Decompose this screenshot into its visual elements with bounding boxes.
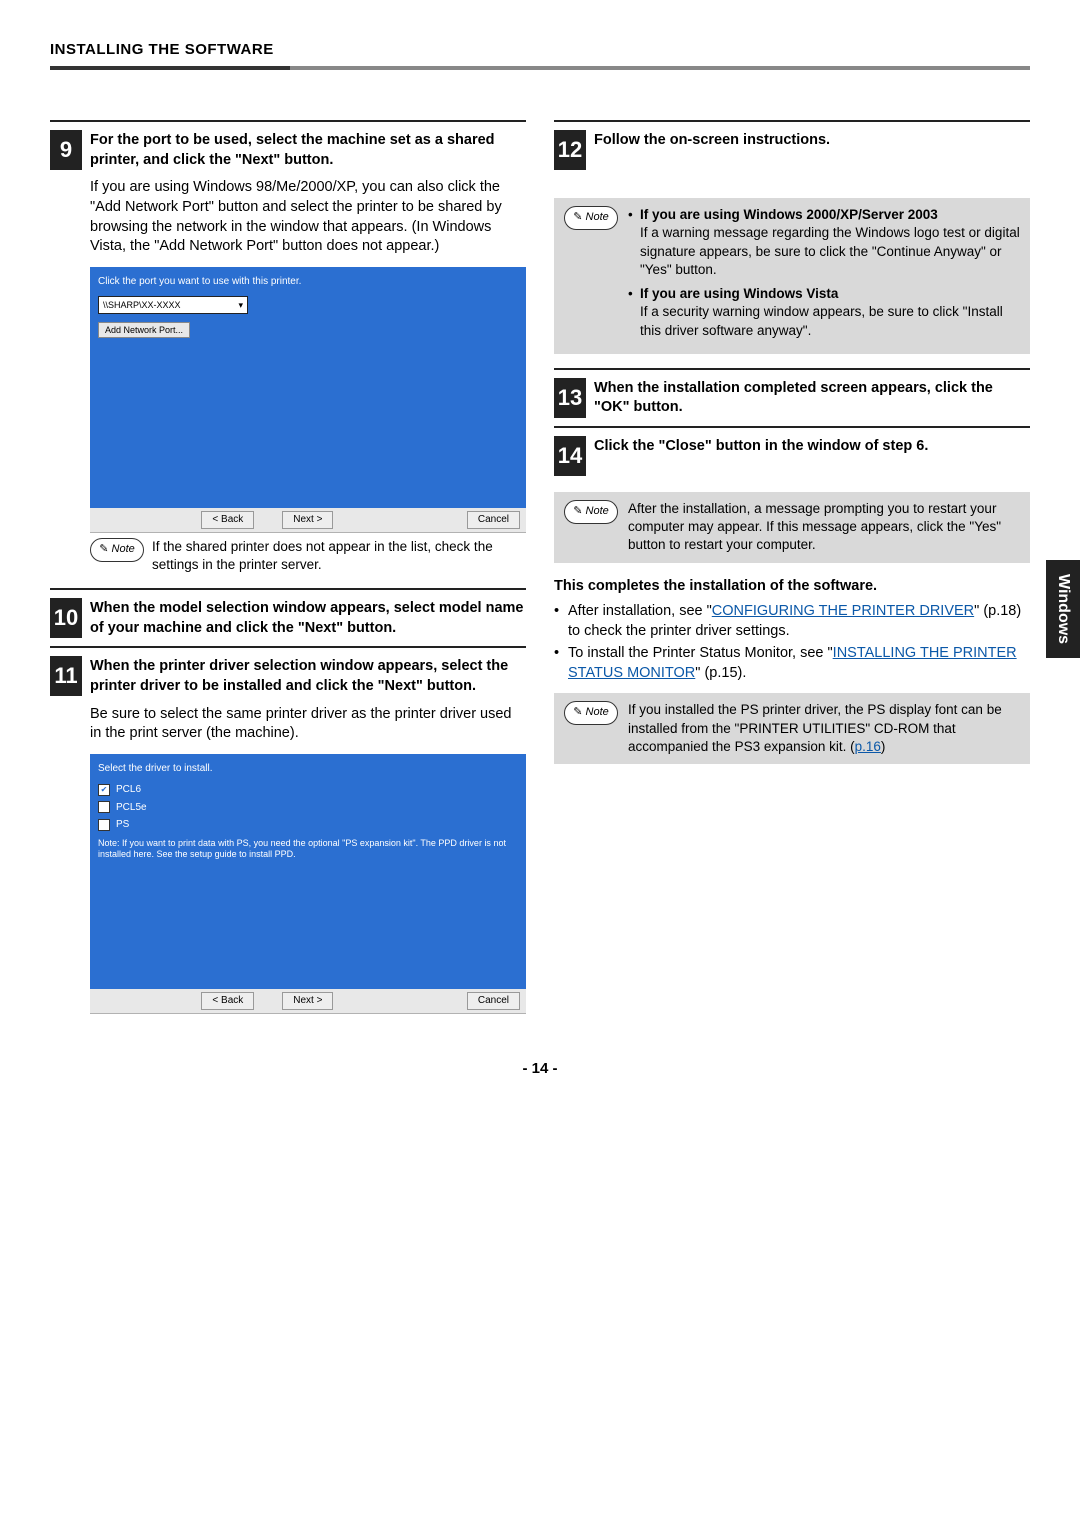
next-button[interactable]: Next > xyxy=(282,511,333,529)
pcl5e-checkbox[interactable] xyxy=(98,801,110,813)
driver-next-button[interactable]: Next > xyxy=(282,992,333,1010)
note12-text-1: If a warning message regarding the Windo… xyxy=(640,225,1020,276)
step-9-body: If you are using Windows 98/Me/2000/XP, … xyxy=(90,178,526,256)
page-header: INSTALLING THE SOFTWARE xyxy=(50,40,1030,60)
driver-dialog-warning: Note: If you want to print data with PS,… xyxy=(98,838,518,860)
port-combobox[interactable]: \\SHARP\XX-XXXX ▾ xyxy=(98,296,248,314)
step-9-note: Note If the shared printer does not appe… xyxy=(90,538,526,574)
driver-cancel-button[interactable]: Cancel xyxy=(467,992,520,1010)
pcl6-checkbox[interactable]: ✔ xyxy=(98,784,110,796)
step-11-rule xyxy=(50,646,526,648)
bullet1-pre: After installation, see " xyxy=(568,603,712,619)
step-13-title: When the installation completed screen a… xyxy=(594,378,1030,418)
step-9: 9 For the port to be used, select the ma… xyxy=(50,130,526,170)
step-14-num: 14 xyxy=(554,436,586,476)
note-icon: Note xyxy=(90,538,144,562)
note-icon: Note xyxy=(564,500,618,524)
step-13: 13 When the installation completed scree… xyxy=(554,378,1030,418)
step-9-note-text: If the shared printer does not appear in… xyxy=(152,538,526,574)
step-10-title: When the model selection window appears,… xyxy=(90,598,526,638)
step-14: 14 Click the "Close" button in the windo… xyxy=(554,436,1030,476)
bullet2-post: " (p.15). xyxy=(695,665,746,681)
step-10: 10 When the model selection window appea… xyxy=(50,598,526,638)
port-selection-dialog: Click the port you want to use with this… xyxy=(90,267,526,532)
step-11: 11 When the printer driver selection win… xyxy=(50,656,526,696)
pcl5e-label: PCL5e xyxy=(116,801,147,815)
port-input-value: \\SHARP\XX-XXXX xyxy=(103,299,181,311)
step-10-rule xyxy=(50,588,526,590)
bullet-install-monitor: To install the Printer Status Monitor, s… xyxy=(554,644,1030,683)
driver-dialog-footer: < Back Next > Cancel xyxy=(90,989,526,1013)
step-12-title: Follow the on-screen instructions. xyxy=(594,130,1030,170)
completion-heading: This completes the installation of the s… xyxy=(554,577,1030,597)
chevron-down-icon[interactable]: ▾ xyxy=(238,299,243,311)
configure-printer-driver-link[interactable]: CONFIGURING THE PRINTER DRIVER xyxy=(712,603,974,619)
step-12: 12 Follow the on-screen instructions. xyxy=(554,130,1030,170)
driver-selection-dialog: Select the driver to install. ✔ PCL6 PCL… xyxy=(90,754,526,1013)
header-rule xyxy=(50,66,1030,70)
step-13-rule xyxy=(554,368,1030,370)
ps-driver-note: Note If you installed the PS printer dri… xyxy=(554,693,1030,764)
step-11-title: When the printer driver selection window… xyxy=(90,656,526,696)
step-12-note-list: If you are using Windows 2000/XP/Server … xyxy=(628,206,1020,346)
step-12-rule xyxy=(554,120,1030,122)
note12-heading-1: If you are using Windows 2000/XP/Server … xyxy=(640,207,938,222)
step-11-body: Be sure to select the same printer drive… xyxy=(90,705,526,744)
note-icon: Note xyxy=(564,701,618,725)
step-14-rule xyxy=(554,426,1030,428)
dialog-footer: < Back Next > Cancel xyxy=(90,508,526,532)
ps-note-pre: If you installed the PS printer driver, … xyxy=(628,702,1002,753)
step-14-title: Click the "Close" button in the window o… xyxy=(594,436,1030,476)
p16-link[interactable]: p.16 xyxy=(855,739,881,754)
note-icon: Note xyxy=(564,206,618,230)
note12-text-2: If a security warning window appears, be… xyxy=(640,304,1003,337)
step-14-note: Note After the installation, a message p… xyxy=(554,492,1030,563)
left-column: 9 For the port to be used, select the ma… xyxy=(50,120,526,1019)
add-network-port-button[interactable]: Add Network Port... xyxy=(98,322,190,338)
bullet-configure-driver: After installation, see "CONFIGURING THE… xyxy=(554,602,1030,641)
step-14-note-text: After the installation, a message prompt… xyxy=(628,500,1020,555)
step-11-num: 11 xyxy=(50,656,82,696)
note12-heading-2: If you are using Windows Vista xyxy=(640,286,838,301)
step-9-rule xyxy=(50,120,526,122)
step-12-note: Note If you are using Windows 2000/XP/Se… xyxy=(554,198,1030,354)
port-dialog-instruction: Click the port you want to use with this… xyxy=(98,275,518,289)
pcl6-label: PCL6 xyxy=(116,783,141,797)
step-13-num: 13 xyxy=(554,378,586,418)
ps-driver-note-text: If you installed the PS printer driver, … xyxy=(628,701,1020,756)
ps-label: PS xyxy=(116,818,129,832)
side-tab-windows: Windows xyxy=(1046,560,1080,658)
step-12-num: 12 xyxy=(554,130,586,170)
ps-note-post: ) xyxy=(881,739,886,754)
step-9-num: 9 xyxy=(50,130,82,170)
step-10-num: 10 xyxy=(50,598,82,638)
step-9-title: For the port to be used, select the mach… xyxy=(90,130,526,170)
driver-dialog-instruction: Select the driver to install. xyxy=(98,762,518,776)
cancel-button[interactable]: Cancel xyxy=(467,511,520,529)
right-column: 12 Follow the on-screen instructions. No… xyxy=(554,120,1030,1019)
bullet2-pre: To install the Printer Status Monitor, s… xyxy=(568,645,833,661)
back-button[interactable]: < Back xyxy=(201,511,254,529)
page-number: - 14 - xyxy=(50,1059,1030,1079)
post-install-bullets: After installation, see "CONFIGURING THE… xyxy=(554,602,1030,683)
ps-checkbox[interactable] xyxy=(98,819,110,831)
driver-back-button[interactable]: < Back xyxy=(201,992,254,1010)
